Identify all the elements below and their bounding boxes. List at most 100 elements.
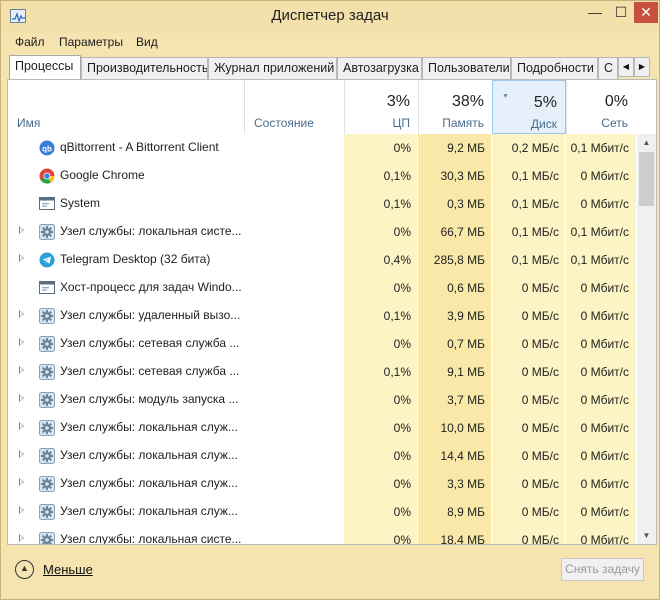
process-disk: 0 МБ/с — [521, 421, 559, 435]
process-row[interactable]: qb qBittorrent - A Bittorrent Client 0% 9,2… — [8, 134, 636, 162]
process-name: Узел службы: локальная служ... — [60, 420, 238, 434]
scroll-up-icon[interactable]: ▲ — [637, 134, 656, 151]
process-name: Узел службы: удаленный вызо... — [60, 308, 241, 322]
minimize-button[interactable]: — — [582, 2, 608, 23]
task-manager-window: Диспетчер задач — ☐ ✕ Файл Параметры Вид… — [0, 0, 660, 600]
end-task-button[interactable]: Снять задачу — [561, 558, 644, 581]
process-name: Узел службы: локальная систе... — [60, 224, 242, 238]
process-row[interactable]: Узел службы: локальная систе... 0% 18,4 МБ… — [8, 526, 636, 545]
tab-details[interactable]: Подробности — [511, 57, 598, 79]
process-disk: 0,1 МБ/с — [511, 197, 559, 211]
column-memory[interactable]: 38% Память — [418, 80, 492, 134]
process-name: System — [60, 196, 101, 210]
process-cpu: 0% — [393, 281, 411, 295]
process-memory: 3,9 МБ — [447, 309, 485, 323]
expand-arrow-icon[interactable] — [19, 310, 24, 318]
process-row[interactable]: Узел службы: сетевая служба ... 0% 0,7 МБ 0… — [8, 330, 636, 358]
column-state[interactable]: Состояние — [244, 80, 344, 134]
process-row[interactable]: Узел службы: локальная служ... 0% 8,9 МБ 0 … — [8, 498, 636, 526]
scroll-down-icon[interactable]: ▼ — [637, 527, 656, 544]
column-disk[interactable]: ▼ 5% Диск — [492, 80, 566, 134]
service-gear-icon — [39, 308, 55, 324]
process-name: Хост-процесс для задач Windo... — [60, 280, 242, 294]
process-network: 0 Мбит/с — [580, 533, 629, 545]
column-network[interactable]: 0% Сеть — [566, 80, 636, 134]
process-row[interactable]: Узел службы: локальная служ... 0% 14,4 МБ 0… — [8, 442, 636, 470]
process-disk: 0 МБ/с — [521, 309, 559, 323]
service-gear-icon — [39, 504, 55, 520]
process-memory: 66,7 МБ — [440, 225, 485, 239]
process-memory: 0,6 МБ — [447, 281, 485, 295]
process-row[interactable]: Хост-процесс для задач Windo... 0% 0,6 МБ 0… — [8, 274, 636, 302]
title-bar[interactable]: Диспетчер задач — ☐ ✕ — [1, 1, 659, 33]
maximize-button[interactable]: ☐ — [608, 2, 634, 23]
scrollbar-thumb[interactable] — [639, 152, 654, 206]
service-gear-icon — [39, 420, 55, 436]
expand-arrow-icon[interactable] — [19, 366, 24, 374]
process-cpu: 0,1% — [383, 169, 411, 183]
process-row[interactable]: Узел службы: локальная систе... 0% 66,7 МБ… — [8, 218, 636, 246]
process-name: Узел службы: локальная служ... — [60, 448, 238, 462]
expand-arrow-icon[interactable] — [19, 394, 24, 402]
chrome-icon — [39, 168, 55, 184]
service-gear-icon — [39, 532, 55, 544]
tab-services[interactable]: С — [598, 57, 618, 79]
tab-app-history[interactable]: Журнал приложений — [208, 57, 337, 79]
process-row[interactable]: Google Chrome 0,1% 30,3 МБ 0,1 МБ/с 0 Мбит/с — [8, 162, 636, 190]
menu-bar: Файл Параметры Вид — [1, 33, 659, 53]
expand-arrow-icon[interactable] — [19, 534, 24, 542]
process-network: 0,1 Мбит/с — [570, 253, 629, 267]
process-row[interactable]: Узел службы: модуль запуска ... 0% 3,7 МБ 0… — [8, 386, 636, 414]
process-disk: 0,1 МБ/с — [511, 253, 559, 267]
tab-users[interactable]: Пользователи — [422, 57, 511, 79]
process-name: Узел службы: сетевая служба ... — [60, 336, 240, 350]
process-disk: 0,1 МБ/с — [511, 225, 559, 239]
process-cpu: 0,1% — [383, 197, 411, 211]
memory-total-percent: 38% — [451, 93, 484, 110]
process-disk: 0 МБ/с — [521, 281, 559, 295]
process-row[interactable]: Telegram Desktop (32 бита) 0,4% 285,8 МБ 0,… — [8, 246, 636, 274]
window-title: Диспетчер задач — [271, 7, 389, 24]
process-name: Узел службы: модуль запуска ... — [60, 392, 239, 406]
process-disk: 0 МБ/с — [521, 449, 559, 463]
svg-text:qb: qb — [42, 145, 52, 154]
process-row[interactable]: Узел службы: удаленный вызо... 0,1% 3,9 МБ… — [8, 302, 636, 330]
process-row[interactable]: System 0,1% 0,3 МБ 0,1 МБ/с 0 Мбит/с — [8, 190, 636, 218]
column-cpu[interactable]: 3% ЦП — [344, 80, 418, 134]
process-row[interactable]: Узел службы: локальная служ... 0% 3,3 МБ 0 … — [8, 470, 636, 498]
vertical-scrollbar[interactable]: ▲ ▼ — [637, 134, 656, 544]
process-row[interactable]: Узел службы: локальная служ... 0% 10,0 МБ 0… — [8, 414, 636, 442]
column-name[interactable]: Имя — [8, 80, 244, 134]
tab-scroll-right-icon[interactable]: ▶ — [634, 57, 650, 77]
memory-label: Память — [442, 116, 484, 130]
process-memory: 3,3 МБ — [447, 477, 485, 491]
expand-arrow-icon[interactable] — [19, 226, 24, 234]
menu-file[interactable]: Файл — [15, 35, 45, 49]
network-total-percent: 0% — [604, 93, 628, 110]
process-disk: 0 МБ/с — [521, 505, 559, 519]
process-cpu: 0% — [393, 449, 411, 463]
menu-view[interactable]: Вид — [136, 35, 158, 49]
process-disk: 0,2 МБ/с — [511, 141, 559, 155]
tab-processes[interactable]: Процессы — [9, 55, 81, 79]
process-memory: 0,3 МБ — [447, 197, 485, 211]
qbittorrent-icon: qb — [39, 140, 55, 156]
close-button[interactable]: ✕ — [634, 2, 658, 23]
expand-arrow-icon[interactable] — [19, 338, 24, 346]
tab-startup[interactable]: Автозагрузка — [337, 57, 422, 79]
service-gear-icon — [39, 392, 55, 408]
process-row[interactable]: Узел службы: сетевая служба ... 0,1% 9,1 М… — [8, 358, 636, 386]
expand-arrow-icon[interactable] — [19, 478, 24, 486]
disk-label: Диск — [530, 117, 557, 131]
tab-scroll-left-icon[interactable]: ◀ — [618, 57, 634, 77]
menu-options[interactable]: Параметры — [59, 35, 123, 49]
process-cpu: 0% — [393, 337, 411, 351]
expand-arrow-icon[interactable] — [19, 506, 24, 514]
system-window-icon — [39, 280, 55, 296]
expand-arrow-icon[interactable] — [19, 422, 24, 430]
expand-arrow-icon[interactable] — [19, 450, 24, 458]
tab-performance[interactable]: Производительность — [81, 57, 208, 79]
expand-arrow-icon[interactable] — [19, 254, 24, 262]
process-disk: 0 МБ/с — [521, 533, 559, 545]
process-name: Узел службы: локальная систе... — [60, 532, 242, 545]
